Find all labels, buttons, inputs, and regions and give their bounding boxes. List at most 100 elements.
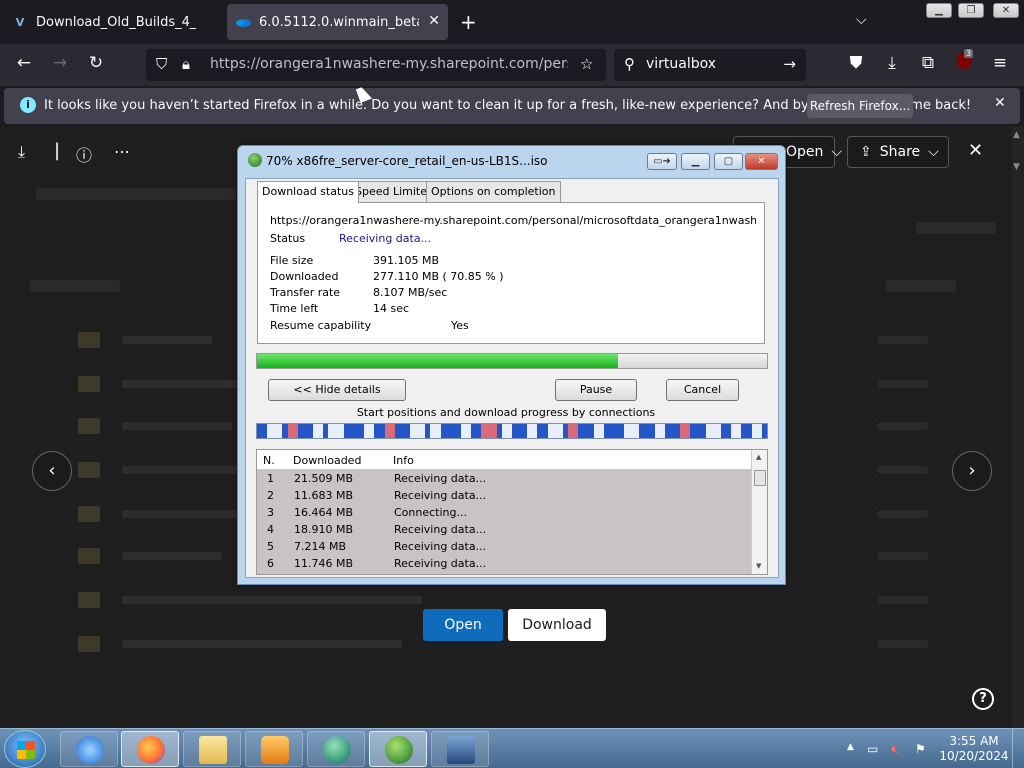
pause-button[interactable]: Pause [555,379,637,401]
search-query[interactable]: virtualbox [646,56,716,72]
shield-icon[interactable]: ⛉ [156,55,167,73]
bookmark-star-icon[interactable]: ☆ [580,55,593,73]
tab-onedrive-builds[interactable]: V Download_Old_Builds_4_3 – OneDrive [4,4,222,40]
maximize-dialog-button[interactable]: ▢ [714,153,743,170]
connections-label: Start positions and download progress by… [356,406,656,419]
close-window-button[interactable]: ✕ [993,3,1019,18]
refresh-firefox-notification: i It looks like you haven’t started Fire… [4,88,1020,124]
tab-active-download[interactable]: 6.0.5112.0.winmain_beta1.050718-1 ✕ [227,4,448,40]
search-go-arrow-icon[interactable]: → [783,55,796,73]
pocket-icon[interactable]: ⛊ [844,53,868,73]
download-icon[interactable]: ⤓ [18,142,25,162]
column-header-info[interactable]: Info [393,454,414,467]
idm-globe-icon [248,153,262,167]
connection-segment [501,424,512,438]
table-row[interactable]: 2 11.683 MB Receiving data... [257,487,753,504]
table-row[interactable]: 1 21.509 MB Receiving data... [257,470,753,487]
previous-arrow-icon[interactable]: ‹ [32,451,72,491]
minimize-window-button[interactable]: ▁ [926,3,952,18]
help-icon[interactable]: ? [972,688,994,710]
hide-details-button[interactable]: << Hide details [268,379,406,401]
scroll-up-icon[interactable]: ▲ [756,453,761,461]
connection-segment [384,424,395,438]
url-bar[interactable]: ⛉ 🔒︎ https://orangera1nwashere-my.sharep… [146,49,606,81]
clock-date: 10/20/2024 [939,749,1009,763]
column-header-downloaded[interactable]: Downloaded [293,454,361,467]
taskbar-file-explorer[interactable] [183,731,241,767]
restore-window-button[interactable]: ❐ [958,3,984,18]
new-tab-plus-icon[interactable]: + [460,10,477,34]
refresh-firefox-button[interactable]: Refresh Firefox... [807,94,913,118]
info-circle-icon[interactable]: ⓘ [76,142,92,166]
connection-segment [287,424,298,438]
url-text[interactable]: https://orangera1nwashere-my.sharepoint.… [210,56,568,72]
forward-arrow-icon[interactable]: → [48,53,72,73]
back-arrow-icon[interactable]: ← [12,53,36,73]
page-scrollbar[interactable]: ▲ ▼ [1012,126,1024,728]
taskbar-firefox[interactable] [121,731,179,767]
tab-speed-limiter[interactable]: Speed Limiter [350,181,437,202]
downloaded-value: 277.110 MB ( 70.85 % ) [373,270,504,283]
download-progress-bar [256,353,768,369]
taskbar-idm-download[interactable] [369,731,427,767]
scroll-thumb[interactable] [754,470,766,486]
file-size-label: File size [270,254,314,267]
ublock-extension-icon[interactable]: 3 [952,49,976,74]
scroll-down-icon[interactable]: ▼ [1013,162,1020,172]
cancel-button[interactable]: Cancel [666,379,739,401]
start-button[interactable] [4,730,46,768]
chevron-down-icon[interactable]: ⌵ [856,12,867,28]
show-hidden-icons-icon[interactable]: ▲ [847,742,854,752]
connection-segment [731,424,742,438]
taskbar-internet-explorer[interactable] [60,731,118,767]
connection-segment [705,424,722,438]
tab-options-on-completion[interactable]: Options on completion [426,181,561,202]
connection-segment [527,424,538,438]
progress-fill [257,354,619,368]
network-icon[interactable]: ▭ [867,742,878,756]
table-scrollbar[interactable]: ▲ ▼ [751,450,767,574]
extensions-icon[interactable]: ⧉ [916,53,940,73]
show-desktop-button[interactable] [1012,729,1024,768]
share-button[interactable]: ⇪ Share ⌵ [847,136,949,168]
download-file-button[interactable]: Download [508,609,606,641]
volume-muted-icon[interactable]: 🔇︎ [891,742,899,757]
table-row[interactable]: 5 7.214 MB Receiving data... [257,538,753,555]
table-row[interactable]: 4 18.910 MB Receiving data... [257,521,753,538]
info-icon: i [20,97,36,113]
windows-logo-icon [17,741,35,759]
reload-icon[interactable]: ↻ [84,53,108,73]
more-options-icon[interactable]: ⋯ [114,142,130,161]
file-size-value: 391.105 MB [373,254,440,267]
time-left-label: Time left [270,302,319,315]
open-file-button[interactable]: Open [423,609,503,641]
taskbar-virtualbox[interactable] [431,731,489,767]
connection-segment [751,424,762,438]
column-header-n[interactable]: N. [263,454,275,467]
dialog-title: 70% x86fre_server-core_retail_en-us-LB1S… [248,153,548,168]
clock[interactable]: 3:55 AM 10/20/2024 [939,734,1009,764]
table-row[interactable]: 3 16.464 MB Connecting... [257,504,753,521]
tab-strip: V Download_Old_Builds_4_3 – OneDrive 6.0… [0,0,1024,44]
next-arrow-icon[interactable]: › [952,451,992,491]
lock-icon[interactable]: 🔒︎ [182,55,190,73]
taskbar-media-player[interactable] [245,731,303,767]
time-left-value: 14 sec [373,302,410,315]
connections-table[interactable]: N. Downloaded Info 1 21.509 MB Receiving d… [256,449,768,575]
tab-download-status[interactable]: Download status [257,181,359,203]
taskbar-idm[interactable] [307,731,365,767]
downloads-icon[interactable]: ⤓ [880,53,904,73]
table-row[interactable]: 6 11.746 MB Receiving data... [257,555,753,572]
action-center-flag-icon[interactable]: ⚑ [915,742,926,756]
close-viewer-icon[interactable]: ✕ [968,140,983,161]
scroll-up-icon[interactable]: ▲ [1013,130,1020,140]
hamburger-menu-icon[interactable]: ≡ [988,53,1012,73]
move-to-tray-button[interactable]: ▭➜ [647,153,677,170]
minimize-dialog-button[interactable]: ▁ [681,153,710,170]
close-dialog-button[interactable]: ✕ [745,153,778,170]
scroll-down-icon[interactable]: ▼ [756,562,761,570]
close-tab-icon[interactable]: ✕ [428,13,440,29]
chevron-down-icon: ⌵ [928,144,939,160]
close-notification-icon[interactable]: ✕ [994,95,1006,111]
search-bar[interactable]: ⚲ virtualbox → [614,49,806,81]
